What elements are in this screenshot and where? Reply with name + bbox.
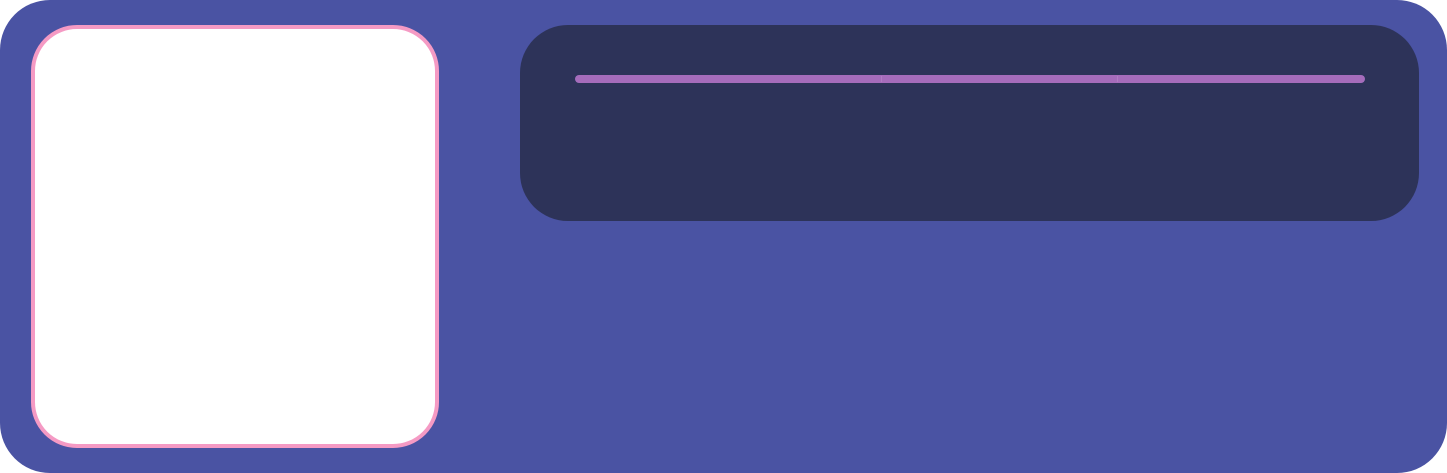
progress-bar bbox=[575, 75, 1365, 83]
info-panel bbox=[520, 25, 1419, 221]
progress-segment-divider bbox=[1117, 76, 1118, 82]
progress-fill bbox=[575, 75, 1365, 83]
progress-segment-divider bbox=[881, 76, 882, 82]
avatar-frame bbox=[31, 25, 439, 448]
profile-card bbox=[0, 0, 1447, 473]
